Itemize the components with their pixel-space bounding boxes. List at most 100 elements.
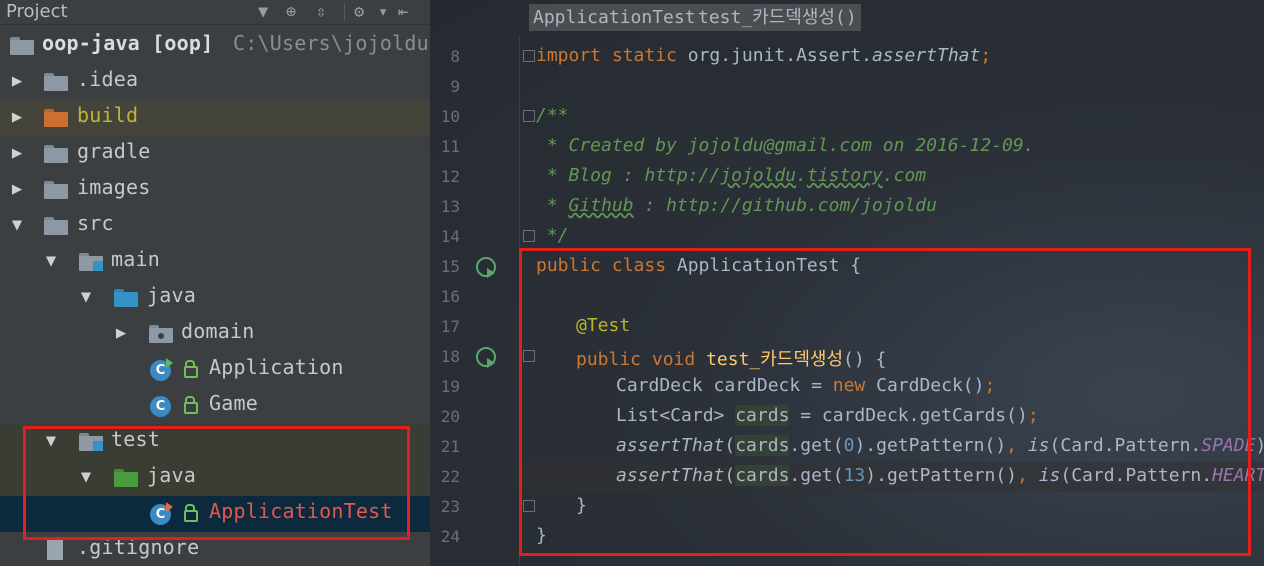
collapse-arrow-icon[interactable]: ▼ xyxy=(42,431,60,451)
gear-icon[interactable]: ⚙ xyxy=(354,2,364,22)
line-number: 10 xyxy=(440,107,460,126)
excluded-folder-icon xyxy=(44,109,68,127)
tree-item-root-path: C:\Users\jojoldu\ xyxy=(233,31,430,55)
code-line-17: @Test xyxy=(576,315,631,336)
line-number: 8 xyxy=(450,47,460,66)
tree-item-game[interactable]: C Game xyxy=(0,388,430,424)
settings-dropdown-icon[interactable]: ▾ xyxy=(378,2,388,22)
scroll-from-source-icon[interactable]: ⊕ xyxy=(286,2,296,22)
comment-text: .com xyxy=(882,165,927,186)
expand-arrow-icon[interactable]: ▶ xyxy=(8,107,26,127)
method-call: is xyxy=(1038,465,1061,486)
breadcrumb-method[interactable]: test_카드덱생성() xyxy=(694,4,861,31)
tree-item-idea-label: .idea xyxy=(77,67,139,91)
tree-item-test[interactable]: ▼ test xyxy=(0,424,430,460)
tree-item-test-java[interactable]: ▼ java xyxy=(0,460,430,496)
code-text: ).getPattern() xyxy=(854,435,1007,456)
tree-item-test-java-label: java xyxy=(147,463,196,487)
folder-icon xyxy=(44,73,68,91)
folder-icon xyxy=(44,217,68,235)
project-panel-title[interactable]: Project xyxy=(6,1,68,22)
view-dropdown-icon[interactable]: ▼ xyxy=(258,2,268,22)
tree-item-gitignore[interactable]: .gitignore xyxy=(0,532,430,566)
line-number: 19 xyxy=(440,377,460,396)
tree-item-application-test[interactable]: C ApplicationTest xyxy=(0,496,430,532)
tree-item-src[interactable]: ▼ src xyxy=(0,208,430,244)
comma: , xyxy=(1017,465,1028,486)
expand-arrow-icon[interactable]: ▶ xyxy=(8,143,26,163)
collapse-arrow-icon[interactable]: ▼ xyxy=(8,215,26,235)
fold-marker-icon[interactable] xyxy=(523,500,535,512)
tree-item-domain[interactable]: ▶ domain xyxy=(0,316,430,352)
semicolon: ; xyxy=(1027,405,1039,426)
expand-arrow-icon[interactable]: ▶ xyxy=(8,179,26,199)
code-editor[interactable]: ApplicationTest test_카드덱생성() 8 9 10 11 1… xyxy=(430,0,1264,566)
code-line-18: public void test_카드덱생성() { xyxy=(576,345,886,371)
tree-item-src-label: src xyxy=(77,211,114,235)
line-number: 16 xyxy=(440,287,460,306)
tree-item-gradle-label: gradle xyxy=(77,139,151,163)
code-line-24: } xyxy=(536,525,547,546)
hide-panel-icon[interactable]: ⇤ xyxy=(398,2,408,22)
tree-item-application-test-label: ApplicationTest xyxy=(209,499,393,523)
breadcrumb-class[interactable]: ApplicationTest xyxy=(529,4,700,31)
line-number: 11 xyxy=(440,137,460,156)
tree-item-application[interactable]: C Application xyxy=(0,352,430,388)
code-line-14: */ xyxy=(536,225,569,246)
test-source-folder-icon xyxy=(114,469,138,487)
keyword: new xyxy=(832,375,866,396)
comment-text: . xyxy=(796,165,807,186)
code-text: CardDeck() xyxy=(865,375,985,396)
code-line-13: * Github : http://github.com/jojoldu xyxy=(536,195,937,216)
code-text: ( xyxy=(724,435,736,456)
public-access-icon xyxy=(184,396,198,414)
line-number: 20 xyxy=(440,407,460,426)
header-divider xyxy=(344,3,345,21)
expand-arrow-icon[interactable]: ▶ xyxy=(112,323,130,343)
method-call: assertThat xyxy=(616,435,725,456)
fold-marker-icon[interactable] xyxy=(523,230,535,242)
tree-item-gitignore-label: .gitignore xyxy=(77,535,200,559)
tree-item-images[interactable]: ▶ images xyxy=(0,172,430,208)
tree-item-root[interactable]: oop-java [oop] C:\Users\jojoldu\ xyxy=(0,28,430,64)
collapse-arrow-icon[interactable]: ▼ xyxy=(42,251,60,271)
tree-item-main-label: main xyxy=(111,247,160,271)
code-text: ApplicationTest { xyxy=(666,255,862,276)
comment-text: * xyxy=(536,195,569,216)
code-text: List<Card> xyxy=(616,405,736,426)
code-text: .get( xyxy=(789,465,844,486)
tree-item-gradle[interactable]: ▶ gradle xyxy=(0,136,430,172)
keyword: public void xyxy=(576,349,696,370)
expand-arrow-icon[interactable]: ▶ xyxy=(8,71,26,91)
run-class-icon[interactable] xyxy=(476,257,496,278)
method-name: test_카드덱생성 xyxy=(706,349,844,370)
semicolon: ; xyxy=(980,45,992,66)
typo-word: jojoldu xyxy=(720,165,797,186)
line-number: 22 xyxy=(440,467,460,486)
tree-item-root-label: oop-java [oop] xyxy=(42,31,214,55)
fold-marker-icon[interactable] xyxy=(523,110,535,122)
code-line-19: CardDeck cardDeck = new CardDeck(); xyxy=(616,375,995,396)
code-text: (Card.Pattern. xyxy=(1049,435,1202,456)
class-icon: C xyxy=(150,396,171,417)
source-folder-icon xyxy=(114,289,138,307)
typo-word: tistory xyxy=(806,165,883,186)
collapse-arrow-icon[interactable]: ▼ xyxy=(77,287,95,307)
tree-item-build[interactable]: ▶ build xyxy=(0,100,430,136)
code-text: org.junit.Assert. xyxy=(676,45,872,66)
tree-item-main[interactable]: ▼ main xyxy=(0,244,430,280)
project-tool-window: Project ▼ ⊕ ⇳ ⚙ ▾ ⇤ oop-java [oop] C:\Us… xyxy=(0,0,430,566)
collapse-all-icon[interactable]: ⇳ xyxy=(316,2,326,22)
code-line-23: } xyxy=(576,495,587,516)
code-text: (Card.Pattern. xyxy=(1060,465,1213,486)
tree-item-main-java[interactable]: ▼ java xyxy=(0,280,430,316)
collapse-arrow-icon[interactable]: ▼ xyxy=(77,467,95,487)
fold-marker-icon[interactable] xyxy=(523,350,535,362)
line-number: 21 xyxy=(440,437,460,456)
tree-item-application-label: Application xyxy=(209,355,344,379)
run-test-icon[interactable] xyxy=(476,347,496,368)
folder-icon xyxy=(44,145,68,163)
tree-item-idea[interactable]: ▶ .idea xyxy=(0,64,430,100)
fold-marker-icon[interactable] xyxy=(523,50,535,62)
code-line-11: * Created by jojoldu@gmail.com on 2016-1… xyxy=(536,135,1035,156)
